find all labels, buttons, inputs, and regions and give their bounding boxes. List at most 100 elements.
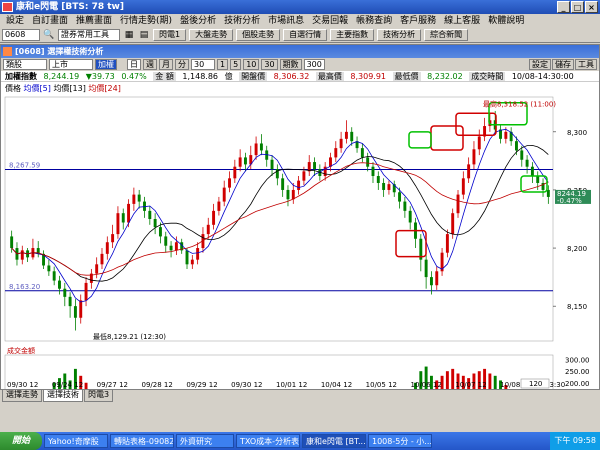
candle-body: [530, 166, 534, 177]
task-item[interactable]: TXO成本-分析表: [236, 434, 300, 448]
candle-body: [100, 253, 104, 265]
menu-item[interactable]: 帳務查詢: [352, 14, 396, 28]
menu-item[interactable]: 客戶服務: [396, 14, 440, 28]
volume-bar: [445, 371, 449, 389]
control-row: 類股 上市 加權 日 週 月 分 30 1 5 10 30 期數 300 設定 …: [1, 58, 599, 71]
search-icon[interactable]: 🔍: [43, 29, 55, 41]
menu-item[interactable]: 盤後分析: [176, 14, 220, 28]
step-button[interactable]: 10: [243, 59, 260, 70]
task-item[interactable]: 外資研究: [176, 434, 234, 448]
y-tick-label: 8,200: [567, 245, 587, 253]
item-select[interactable]: 加權: [95, 59, 117, 70]
menu-item[interactable]: 市場訊息: [264, 14, 308, 28]
candle-body: [58, 280, 61, 289]
period-week[interactable]: 週: [143, 59, 157, 70]
candle-body: [79, 300, 83, 318]
x-tick-label: 09/30: [231, 381, 251, 389]
candle-body: [435, 271, 439, 286]
task-item[interactable]: Yahoo!奇摩股: [44, 434, 108, 448]
candle-body: [164, 236, 168, 246]
low-value: 8,232.02: [427, 72, 463, 81]
settings-button[interactable]: 設定: [529, 59, 551, 70]
period-month[interactable]: 月: [159, 59, 173, 70]
toolbar-button[interactable]: 綜合新聞: [424, 29, 469, 41]
candle-body: [456, 194, 460, 214]
candle-body: [408, 210, 412, 223]
candle-body: [334, 148, 338, 158]
count-input[interactable]: 300: [303, 59, 325, 70]
period-day[interactable]: 日: [127, 59, 141, 70]
legend-ma24: 均價[24]: [88, 84, 121, 93]
x-tick-label: 12: [343, 381, 352, 389]
task-item[interactable]: 1008-5分 - 小...: [368, 434, 432, 448]
menu-item[interactable]: 自訂畫面: [28, 14, 72, 28]
toolbar-button[interactable]: 技術分析: [377, 29, 422, 41]
menu-item[interactable]: 推薦畫面: [72, 14, 116, 28]
toolbar-button[interactable]: 自選行情: [283, 29, 328, 41]
candle-body: [360, 148, 364, 158]
step-button[interactable]: 30: [261, 59, 278, 70]
x-tick-label: 12: [388, 381, 397, 389]
candle-body: [73, 306, 77, 318]
high-value: 8,309.91: [350, 72, 386, 81]
grid-icon[interactable]: ▦: [123, 29, 135, 41]
x-tick-label: 12: [478, 381, 487, 389]
menu-item[interactable]: 交易回報: [308, 14, 352, 28]
candle-body: [84, 282, 88, 301]
x-tick-label: 09/29: [186, 381, 206, 389]
volume-bar: [451, 368, 455, 389]
minimize-button[interactable]: _: [557, 1, 570, 13]
menu-item[interactable]: 行情走勢(期): [116, 14, 176, 28]
candle-body: [477, 136, 481, 150]
candle-body: [291, 189, 295, 200]
tab[interactable]: 閃電3: [84, 390, 114, 402]
task-item[interactable]: 康和e閃電 [BT...: [302, 434, 366, 448]
maximize-button[interactable]: □: [571, 1, 584, 13]
toolbar-button[interactable]: 閃電1: [153, 29, 187, 41]
x-tick-label: 10/05: [366, 381, 386, 389]
market-select[interactable]: 上市: [49, 59, 93, 70]
task-item[interactable]: 轉貼表格-090822: [110, 434, 174, 448]
x-tick-label: 12: [74, 381, 83, 389]
menu-item[interactable]: 設定: [2, 14, 28, 28]
tab[interactable]: 選擇技術: [43, 390, 83, 402]
period-minute[interactable]: 分: [175, 59, 189, 70]
save-button[interactable]: 儲存: [552, 59, 574, 70]
start-button[interactable]: 開始: [0, 432, 42, 450]
inner-title: [0608] 選擇權技術分析: [15, 47, 104, 56]
toolbar-button[interactable]: 主要指數: [330, 29, 375, 41]
x-tick-label: 12: [298, 381, 307, 389]
candle-body: [302, 171, 306, 181]
step-button[interactable]: 1: [217, 59, 229, 70]
candle-body: [270, 159, 274, 170]
code-input[interactable]: 0608: [2, 29, 40, 41]
chart-icon[interactable]: ▤: [138, 29, 150, 41]
candle-body: [217, 201, 221, 211]
menu-item[interactable]: 軟體說明: [484, 14, 528, 28]
tools-select[interactable]: 證券常用工具: [58, 29, 120, 41]
window-title: 康和e閃電 [BTS: 78 tw]: [16, 2, 124, 12]
menu-item[interactable]: 線上客服: [440, 14, 484, 28]
type-select[interactable]: 類股: [3, 59, 47, 70]
candle-body: [520, 150, 524, 160]
toolbar-button[interactable]: 個股走勢: [236, 29, 281, 41]
menu-bar: 設定 自訂畫面 推薦畫面 行情走勢(期) 盤後分析 技術分析 市場訊息 交易回報…: [0, 14, 600, 28]
amount-value: 1,148.86: [182, 72, 219, 81]
window-titlebar: 康和e閃電 [BTS: 78 tw] _ □ ×: [0, 0, 600, 14]
price-chart: 8,3008,2508,2008,1508,267.598,163.20最高8,…: [4, 96, 591, 389]
tab[interactable]: 選擇走勢: [2, 390, 42, 402]
close-button[interactable]: ×: [585, 1, 598, 13]
candle-body: [196, 248, 200, 260]
volume-tick-label: 200.00: [565, 380, 590, 388]
candle-body: [222, 187, 226, 202]
interval-select[interactable]: 30: [191, 59, 215, 70]
candle-body: [467, 164, 471, 179]
price-change: ▼39.73: [85, 72, 115, 81]
step-button[interactable]: 5: [230, 59, 242, 70]
toolbar-button[interactable]: 大盤走勢: [189, 29, 234, 41]
candle-body: [212, 210, 216, 225]
moving-average-line: [11, 162, 549, 276]
menu-item[interactable]: 技術分析: [220, 14, 264, 28]
price-plot-frame: [4, 96, 554, 342]
tools-button[interactable]: 工具: [575, 59, 597, 70]
